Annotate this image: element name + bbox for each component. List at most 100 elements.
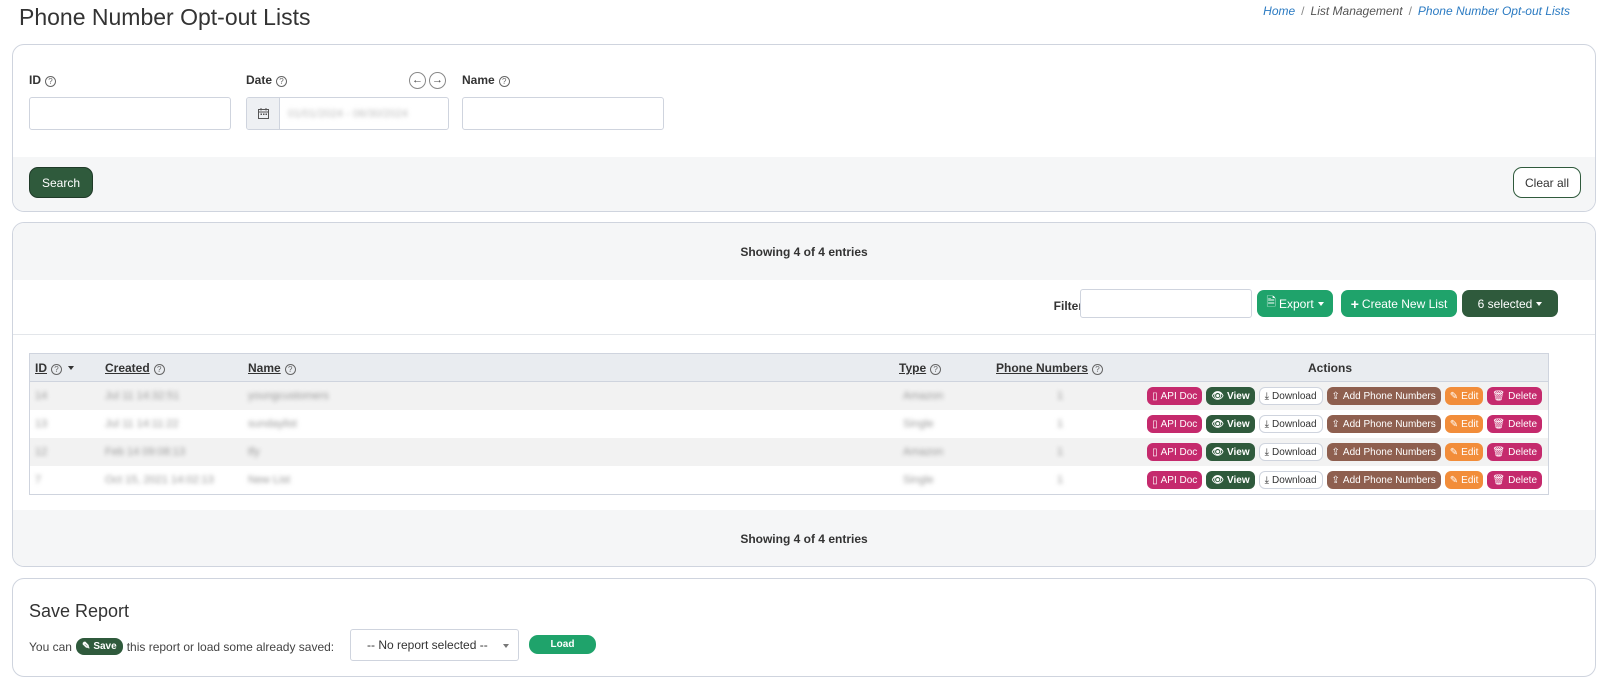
help-icon[interactable]: ? <box>45 76 56 87</box>
api-icon: ▯ <box>1152 446 1158 458</box>
help-icon[interactable]: ? <box>284 364 296 375</box>
edit-icon: ✎ <box>81 641 91 652</box>
breadcrumb-current[interactable]: Phone Number Opt-out Lists <box>1418 4 1570 18</box>
help-icon[interactable]: ? <box>276 76 288 87</box>
view-button[interactable]: 👁 View <box>1206 471 1255 489</box>
download-icon: ⤓ <box>1264 446 1270 458</box>
chevron-down-icon <box>503 644 509 648</box>
trash-icon: 🗑 <box>1492 446 1506 458</box>
filter-input[interactable] <box>1080 289 1252 318</box>
page-title: Phone Number Opt-out Lists <box>19 4 311 30</box>
column-header-created[interactable]: Created? <box>105 361 165 375</box>
download-button[interactable]: ⤓ Download <box>1258 387 1323 405</box>
view-button[interactable]: 👁 View <box>1206 387 1255 405</box>
chevron-down-icon <box>1317 301 1324 306</box>
column-header-name[interactable]: Name? <box>248 361 296 375</box>
column-header-type[interactable]: Type? <box>899 361 942 375</box>
column-header-id[interactable]: ID? <box>35 361 74 375</box>
save-report-button[interactable]: ✎ Save <box>75 638 123 655</box>
help-icon[interactable]: ? <box>498 76 510 87</box>
add-phone-numbers-button[interactable]: ⇪ Add Phone Numbers <box>1326 443 1441 461</box>
edit-button[interactable]: ✎ Edit <box>1444 415 1484 433</box>
table-row: 14 Jul 11 14:32:51 youngcustomers Amazon 1 ▯ A… <box>30 382 1548 410</box>
date-range-input[interactable]: 01/01/2024 - 06/30/2024 <box>246 97 449 130</box>
export-button[interactable]: 🗎 Export <box>1257 290 1333 317</box>
calendar-icon[interactable] <box>247 98 280 129</box>
file-icon: 🗎 <box>1266 295 1276 309</box>
help-icon[interactable]: ? <box>930 364 942 375</box>
delete-button[interactable]: 🗑 Delete <box>1487 415 1542 433</box>
search-footer: Search Clear all <box>13 157 1595 211</box>
date-prev-arrow-icon[interactable]: ← <box>409 72 426 89</box>
upload-icon: ⇪ <box>1331 446 1340 458</box>
opt-out-table: ID? Created? Name? Type? Phone Numbers? … <box>29 353 1549 495</box>
delete-button[interactable]: 🗑 Delete <box>1487 443 1542 461</box>
cell-created: Jul 11 14:11:22 <box>105 418 179 430</box>
table-header: ID? Created? Name? Type? Phone Numbers? … <box>30 354 1548 382</box>
delete-button[interactable]: 🗑 Delete <box>1487 387 1542 405</box>
view-button[interactable]: 👁 View <box>1206 415 1255 433</box>
api-icon: ▯ <box>1152 474 1158 486</box>
trash-icon: 🗑 <box>1492 418 1506 430</box>
view-button[interactable]: 👁 View <box>1206 443 1255 461</box>
search-button[interactable]: Search <box>29 167 94 198</box>
edit-icon: ✎ <box>1449 446 1459 458</box>
download-button[interactable]: ⤓ Download <box>1258 471 1323 489</box>
help-icon[interactable]: ? <box>153 364 165 375</box>
edit-icon: ✎ <box>1449 390 1459 402</box>
columns-selected-button[interactable]: 6 selected <box>1462 290 1558 317</box>
table-row: 12 Feb 14 09:08:13 tfy Amazon 1 ▯ API Doc 👁 View… <box>30 438 1548 466</box>
row-actions: ▯ API Doc 👁 View ⤓ Download ⇪ Add Phone Numbers… <box>1147 443 1542 461</box>
api-doc-button[interactable]: ▯ API Doc <box>1147 443 1203 461</box>
column-header-actions: Actions <box>1308 361 1353 375</box>
search-panel: ID? Date? ← → 01/01/2024 - 06/30/2024 Na… <box>12 44 1596 212</box>
cell-phone-numbers: 1 <box>1057 418 1064 430</box>
cell-id: 14 <box>35 390 48 402</box>
add-phone-numbers-button[interactable]: ⇪ Add Phone Numbers <box>1326 415 1441 433</box>
api-doc-button[interactable]: ▯ API Doc <box>1147 471 1203 489</box>
row-actions: ▯ API Doc 👁 View ⤓ Download ⇪ Add Phone Numbers… <box>1147 415 1542 433</box>
delete-button[interactable]: 🗑 Delete <box>1487 471 1542 489</box>
table-row: 13 Jul 11 14:11:22 sundaylist Single 1 ▯ API D… <box>30 410 1548 438</box>
download-icon: ⤓ <box>1264 474 1270 486</box>
report-select[interactable]: -- No report selected -- <box>350 629 519 661</box>
cell-name: tfy <box>248 446 260 458</box>
row-actions: ▯ API Doc 👁 View ⤓ Download ⇪ Add Phone Numbers… <box>1147 387 1542 405</box>
edit-button[interactable]: ✎ Edit <box>1444 471 1484 489</box>
cell-name: youngcustomers <box>248 390 329 402</box>
add-phone-numbers-button[interactable]: ⇪ Add Phone Numbers <box>1326 387 1441 405</box>
create-new-list-button[interactable]: + Create New List <box>1341 290 1457 317</box>
cell-type: Single <box>903 474 934 486</box>
download-button[interactable]: ⤓ Download <box>1258 415 1323 433</box>
cell-name: sundaylist <box>248 418 297 430</box>
load-report-button[interactable]: Load <box>529 635 596 654</box>
date-next-arrow-icon[interactable]: → <box>429 72 446 89</box>
cell-id: 12 <box>35 446 48 458</box>
edit-button[interactable]: ✎ Edit <box>1444 387 1484 405</box>
name-label: Name? <box>462 73 510 87</box>
breadcrumb-home[interactable]: Home <box>1263 4 1295 18</box>
cell-created: Oct 15, 2021 14:02:13 <box>105 474 214 486</box>
id-input[interactable] <box>29 97 231 130</box>
api-doc-button[interactable]: ▯ API Doc <box>1147 415 1203 433</box>
column-header-phone-numbers[interactable]: Phone Numbers? <box>996 361 1104 375</box>
trash-icon: 🗑 <box>1492 390 1506 402</box>
upload-icon: ⇪ <box>1331 474 1340 486</box>
table-row: 7 Oct 15, 2021 14:02:13 New List Single 1 ▯ AP… <box>30 466 1548 494</box>
id-label: ID? <box>29 73 56 87</box>
help-icon[interactable]: ? <box>1092 364 1104 375</box>
cell-type: Amazon <box>903 390 944 402</box>
cell-type: Single <box>903 418 934 430</box>
api-icon: ▯ <box>1152 390 1158 402</box>
api-doc-button[interactable]: ▯ API Doc <box>1147 387 1203 405</box>
add-phone-numbers-button[interactable]: ⇪ Add Phone Numbers <box>1326 471 1441 489</box>
download-button[interactable]: ⤓ Download <box>1258 443 1323 461</box>
edit-button[interactable]: ✎ Edit <box>1444 443 1484 461</box>
clear-all-button[interactable]: Clear all <box>1512 167 1581 198</box>
save-report-text: You can ✎ Save this report or load some a… <box>29 638 335 655</box>
chevron-down-icon <box>1536 301 1543 306</box>
upload-icon: ⇪ <box>1331 390 1340 402</box>
help-icon[interactable]: ? <box>51 364 62 375</box>
name-input[interactable] <box>462 97 664 130</box>
date-label: Date? <box>246 73 288 87</box>
